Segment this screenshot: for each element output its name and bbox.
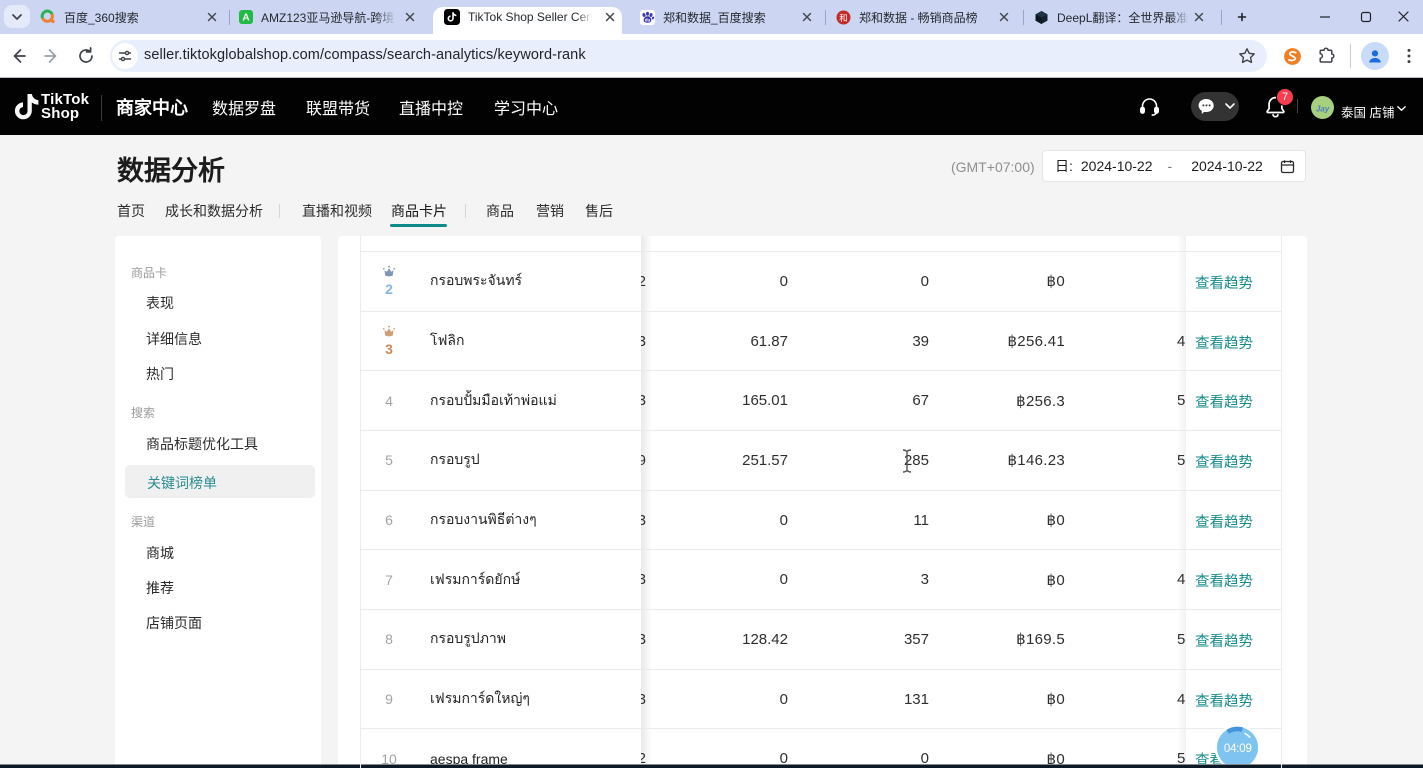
svg-text:du: du (645, 17, 651, 22)
svg-text:A: A (242, 13, 249, 24)
svg-text:Jay: Jay (1316, 105, 1330, 114)
svg-text:和: 和 (839, 12, 848, 22)
svg-text:04:09: 04:09 (1224, 743, 1252, 755)
